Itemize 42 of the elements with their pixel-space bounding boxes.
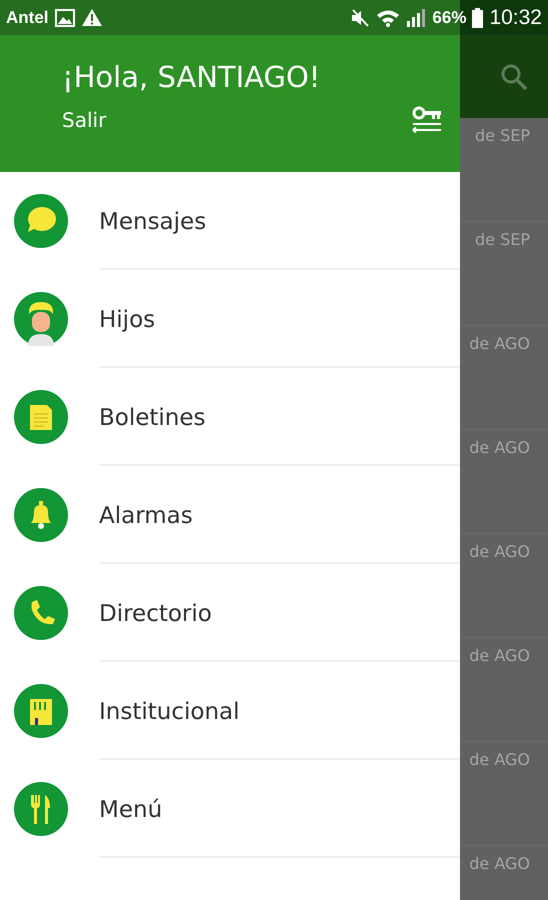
carrier-name: Antel: [6, 8, 48, 28]
phone-icon: [14, 586, 68, 640]
chat-bubble-icon: [14, 194, 68, 248]
date-label: de AGO: [469, 334, 530, 354]
menu-item[interactable]: Boletines: [0, 368, 460, 466]
wifi-icon: [376, 8, 400, 26]
menu-item[interactable]: Directorio: [0, 564, 460, 662]
image-icon: [54, 8, 74, 26]
date-label: de AGO: [469, 750, 530, 770]
menu-item[interactable]: Menú: [0, 760, 460, 858]
menu-item-label: Mensajes: [99, 209, 206, 235]
child-avatar-icon: [14, 292, 68, 346]
menu-item[interactable]: Alarmas: [0, 466, 460, 564]
clock-time: 10:32: [489, 6, 542, 30]
warning-icon: [80, 8, 102, 27]
building-icon: [14, 684, 68, 738]
menu-item-label: Alarmas: [99, 503, 193, 529]
menu-item-label: Boletines: [99, 405, 206, 431]
menu-item-label: Directorio: [99, 601, 212, 627]
menu-item[interactable]: Hijos: [0, 270, 460, 368]
bell-icon: [14, 488, 68, 542]
date-label: de SEP: [475, 126, 530, 146]
search-icon[interactable]: [500, 62, 528, 90]
logout-link[interactable]: Salir: [62, 108, 106, 132]
date-label: de AGO: [469, 646, 530, 666]
date-label: de SEP: [475, 230, 530, 250]
menu-item-label: Menú: [99, 797, 162, 823]
date-label: de AGO: [469, 438, 530, 458]
mute-icon: [350, 8, 370, 26]
menu-item[interactable]: Institucional: [0, 662, 460, 760]
key-icon[interactable]: [412, 106, 442, 134]
battery-icon: [472, 8, 484, 28]
menu-item[interactable]: Mensajes: [0, 172, 460, 270]
menu-item-label: Hijos: [99, 307, 156, 333]
menu-item-label: Institucional: [99, 699, 240, 725]
document-icon: [14, 390, 68, 444]
battery-percentage: 66%: [432, 8, 466, 28]
greeting-text: ¡Hola, SANTIAGO!: [62, 60, 322, 94]
date-label: de AGO: [469, 542, 530, 562]
signal-icon: [406, 8, 426, 26]
date-label: de AGO: [469, 854, 530, 874]
fork-knife-icon: [14, 782, 68, 836]
